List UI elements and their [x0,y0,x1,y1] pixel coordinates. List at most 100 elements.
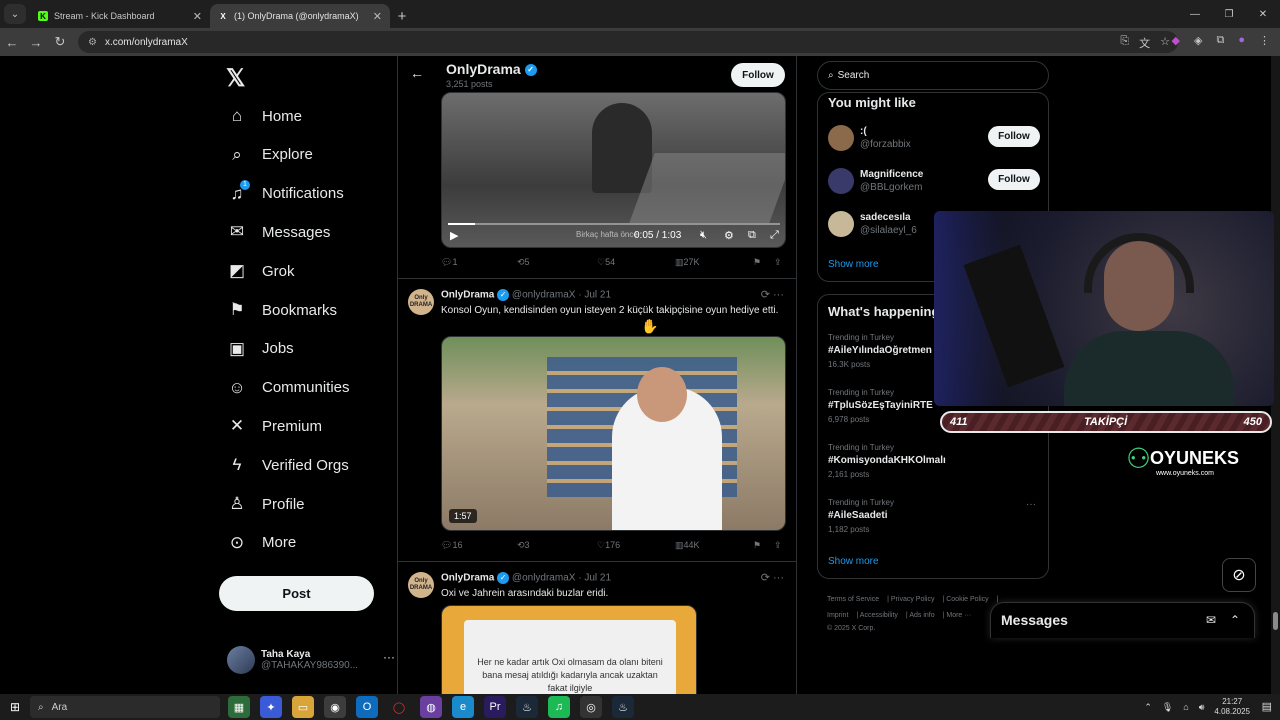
mic-icon[interactable]: 🎙︎ [1162,702,1173,713]
chevron-up-icon[interactable]: ⌃ [1144,702,1152,713]
close-tab-icon[interactable]: ✕ [193,10,202,23]
new-tab-button[interactable]: + [390,4,414,28]
share-icon[interactable]: ⇪ [774,257,782,268]
x-logo-icon[interactable]: 𝕏 [226,64,245,93]
repost-button[interactable]: ⟲ 5 [517,257,530,268]
bookmark-icon[interactable]: ⚑ [753,257,761,268]
github-icon[interactable]: ◎ [580,696,602,718]
tweet-date[interactable]: · Jul 21 [578,573,611,584]
star-icon[interactable]: ☆ [1160,35,1170,51]
more-dots-icon[interactable]: ⟳ ··· [761,288,784,301]
forward-arrow-icon[interactable]: → [24,35,48,50]
minimize-icon[interactable]: — [1178,0,1212,28]
suggested-user[interactable]: Magnificence @BBLgorkem Follow [828,166,1040,196]
footer-link[interactable]: Accessibility [860,612,898,619]
new-message-icon[interactable]: ✉ [1206,613,1216,627]
settings-gear-icon[interactable]: ⚙ [724,229,734,242]
install-icon[interactable]: ⎘ [1120,35,1129,51]
video-player[interactable]: Birkaç hafta önce ▶ 0:05 / 1:03 🔇︎ ⚙ ⧉ ⤢ [441,92,786,248]
notification-icon[interactable]: ▤ [1262,700,1272,713]
avatar[interactable] [828,211,854,237]
post-button[interactable]: Post [219,576,374,611]
sidebar-item-home[interactable]: ⌂ Home [226,101,302,131]
more-dots-icon[interactable]: ··· [1026,499,1036,510]
translate-icon[interactable]: 文 [1139,35,1150,51]
show-more-link[interactable]: Show more [828,556,879,567]
tweet-handle[interactable]: @onlydramaX [512,573,576,584]
premiere-icon[interactable]: Pr [484,696,506,718]
user-name[interactable]: Magnificence [860,169,923,180]
sidebar-item-jobs[interactable]: ▣ Jobs [226,334,294,364]
sidebar-item-explore[interactable]: ⌕ Explore [226,140,313,170]
footer-link[interactable]: Imprint [827,612,848,619]
sidebar-item-premium[interactable]: ✕ Premium [226,411,322,441]
avatar[interactable] [828,125,854,151]
spotify-icon[interactable]: ♫ [548,696,570,718]
sidebar-item-more[interactable]: ⊙ More [226,528,296,558]
search-input[interactable]: ⌕ Search [817,61,1049,90]
opera-icon[interactable]: ◯ [388,696,410,718]
profile-avatar-icon[interactable]: ● [1238,34,1245,47]
puzzle-icon[interactable]: ⧉ [1216,34,1224,47]
widgets-icon[interactable]: ▦ [228,696,250,718]
views-button[interactable]: ▥ 27K [675,257,700,268]
grok-icon[interactable]: ⊘ [1222,558,1256,592]
show-more-link[interactable]: Show more [828,259,879,270]
close-tab-icon[interactable]: ✕ [373,10,382,23]
fullscreen-icon[interactable]: ⤢ [770,229,779,242]
footer-link[interactable]: Privacy Policy [891,596,935,603]
clock[interactable]: 21:27 4.08.2025 [1214,697,1250,717]
like-button[interactable]: ♡ 54 [597,257,615,268]
steam-icon[interactable]: ♨ [612,696,634,718]
file-explorer-icon[interactable]: ▭ [292,696,314,718]
sidebar-item-notifications[interactable]: ♫ 1 Notifications [226,179,344,209]
more-dots-icon[interactable]: ··· [383,650,395,664]
site-info-icon[interactable]: ⚙ [88,37,97,48]
user-name[interactable]: sadecesıla [860,212,911,223]
sidebar-item-communities[interactable]: ☺ Communities [226,373,349,403]
reply-button[interactable]: 💬︎ 16 [441,540,462,551]
tweet-date[interactable]: · Jul 21 [578,290,611,301]
back-arrow-icon[interactable]: ← [0,35,24,50]
reply-button[interactable]: 💬︎ 1 [441,257,457,268]
url-field[interactable]: ⚙ x.com/onlydramaX ⎘ 文 ☆ [78,31,1178,53]
sidebar-item-verified-orgs[interactable]: ϟ Verified Orgs [226,450,349,480]
steam-icon[interactable]: ♨ [516,696,538,718]
tab-onlydrama[interactable]: X (1) OnlyDrama (@onlydramaX) ✕ [210,4,390,28]
reload-icon[interactable]: ↻ [48,34,72,50]
tab-kick-dashboard[interactable]: K Stream - Kick Dashboard ✕ [30,4,210,28]
avatar[interactable] [828,168,854,194]
volume-icon[interactable]: 🔊︎ [1199,702,1205,713]
sidebar-item-grok[interactable]: ◩ Grok [226,256,295,286]
footer-link[interactable]: Cookie Policy [946,596,988,603]
messages-dock[interactable]: Messages ✉ ⌃ [990,602,1255,638]
views-button[interactable]: ▥ 44K [675,540,700,551]
sidebar-item-messages[interactable]: ✉ Messages [226,217,331,247]
sidebar-item-bookmarks[interactable]: ⚑ Bookmarks [226,295,337,325]
trend-item[interactable]: Trending in Turkey #KomisyondaKHKOlmalı 2,… [828,443,1040,479]
tab-search-button[interactable]: ⌄ [4,4,26,24]
follow-button[interactable]: Follow [988,169,1040,190]
more-dots-icon[interactable]: ⟳ ··· [761,571,784,584]
taskbar-search[interactable]: ⌕ Ara [30,696,220,718]
extension-icon[interactable]: ◈ [1194,34,1202,47]
user-name[interactable]: :( [860,126,867,137]
pip-icon[interactable]: ⧉ [748,229,756,242]
video-progress-bar[interactable] [448,223,780,225]
follow-button[interactable]: Follow [731,63,785,87]
close-window-icon[interactable]: ✕ [1246,0,1280,28]
repost-button[interactable]: ⟲ 3 [517,540,530,551]
footer-link[interactable]: More ··· [946,612,971,619]
bookmark-icon[interactable]: ⚑ [753,540,761,551]
trend-item[interactable]: Trending in Turkey #AileSaadeti 1,182 post… [828,498,1040,534]
obs-icon[interactable]: ◍ [420,696,442,718]
avatar[interactable]: Only DRAMA [408,572,434,598]
extension-icon[interactable]: ◆ [1172,34,1180,47]
restore-icon[interactable]: ❐ [1212,0,1246,28]
footer-link[interactable]: Ads info [909,612,934,619]
sidebar-item-profile[interactable]: ♙ Profile [226,489,304,519]
account-switcher[interactable]: Taha Kaya @TAHAKAY986390... ··· [227,646,395,674]
kebab-menu-icon[interactable]: ⋮ [1259,34,1270,47]
tweet-author[interactable]: OnlyDrama [441,573,494,584]
tweet-handle[interactable]: @onlydramaX [512,290,576,301]
